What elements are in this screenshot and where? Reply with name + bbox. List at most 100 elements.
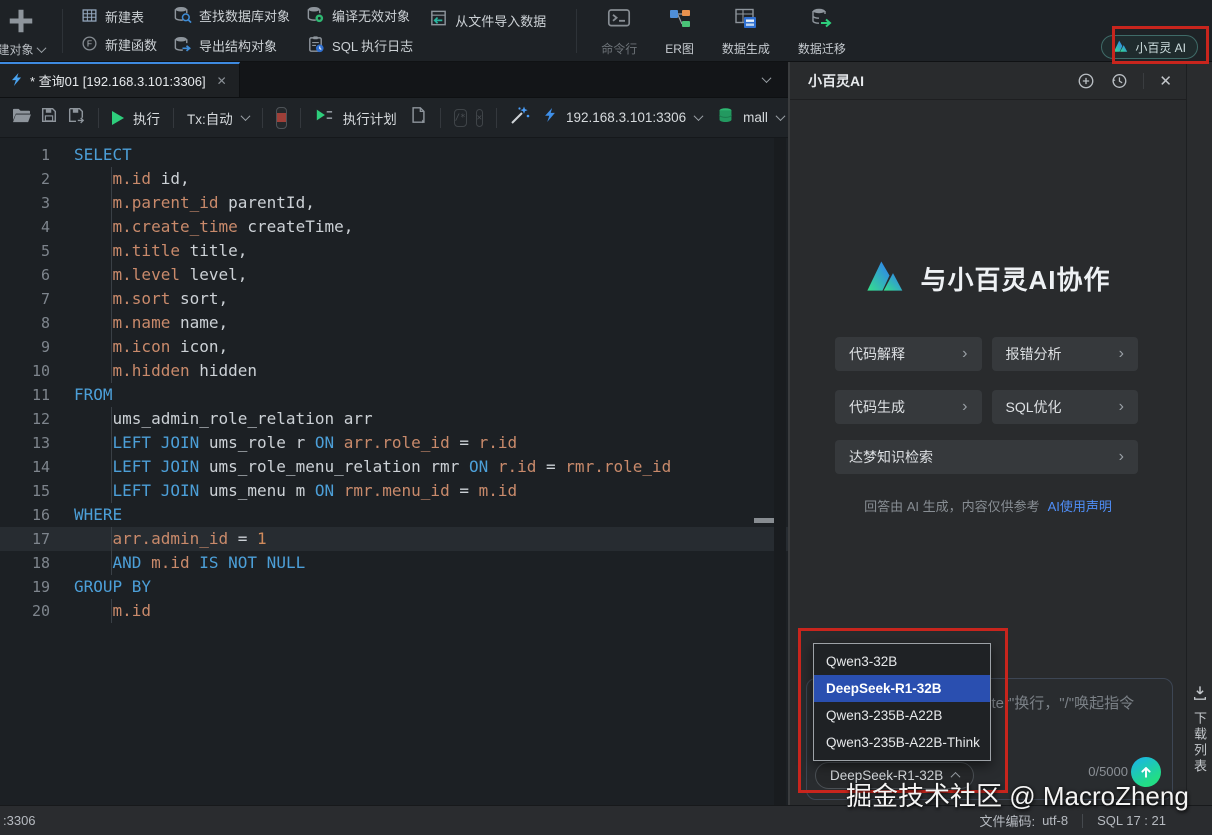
ai-assistant-label: 小百灵 AI [1135,40,1186,55]
editor-toolbar: 执行 Tx:自动 执行计划 /* ✕ 192.168.3.101:3306 ma… [0,98,802,138]
code-line-14[interactable]: 14 LEFT JOIN ums_role_menu_relation rmr … [0,455,788,479]
new-table-label: 新建表 [105,10,145,25]
compile-invalid-button[interactable]: 编译无效对象 [306,5,413,27]
beautify-wand-icon[interactable] [510,105,530,130]
code-line-17[interactable]: 17 arr.admin_id = 1 [0,527,788,551]
line-number: 20 [31,602,50,620]
code-line-13[interactable]: 13 LEFT JOIN ums_role r ON arr.role_id =… [0,431,788,455]
new-chat-icon[interactable] [1077,72,1095,90]
quick-action-button-1[interactable]: 报错分析 › [991,337,1138,371]
code-line-19[interactable]: 19 GROUP BY [0,575,788,599]
code-line-18[interactable]: 18 AND m.id IS NOT NULL [0,551,788,575]
document-export-icon[interactable] [410,106,427,129]
ai-terms-link[interactable]: AI使用声明 [1048,499,1112,514]
quick-action-button-2[interactable]: 代码生成 › [835,390,982,424]
run-icon[interactable] [112,110,124,125]
new-object-button[interactable]: 建对象 [0,4,52,58]
code-line-11[interactable]: 11 FROM [0,383,788,407]
save-icon[interactable] [40,106,58,129]
code-line-15[interactable]: 15 LEFT JOIN ums_menu m ON rmr.menu_id =… [0,479,788,503]
ai-panel-title: 小百灵AI [808,72,864,89]
data-migrate-button[interactable]: 数据迁移 [798,0,846,57]
stop-button[interactable] [275,106,287,129]
code-line-8[interactable]: 8 m.name name, [0,311,788,335]
cursor-position[interactable]: SQL 17 : 21 [1097,813,1166,828]
er-diagram-button[interactable]: ER图 [665,0,694,57]
tab-overflow-chevron-icon[interactable] [761,73,772,84]
quick-action-button-0[interactable]: 代码解释 › [835,337,982,371]
tab-query01[interactable]: * 查询01 [192.168.3.101:3306] ✕ [0,62,240,97]
line-number: 2 [40,170,50,188]
run-label[interactable]: 执行 [133,108,160,128]
chevron-down-icon[interactable] [240,111,251,122]
chevron-right-icon: › [962,345,968,362]
find-db-object-button[interactable]: 查找数据库对象 [173,5,290,27]
chevron-down-icon[interactable] [775,111,786,122]
model-selector[interactable]: DeepSeek-R1-32B [815,762,975,789]
model-option[interactable]: Qwen3-32B [814,648,990,675]
code-line-7[interactable]: 7 m.sort sort, [0,287,788,311]
download-list-button[interactable]: 下载列表 [1190,685,1209,775]
code-line-9[interactable]: 9 m.icon icon, [0,335,788,359]
right-side-strip: 下载列表 [1186,62,1212,805]
history-icon[interactable] [1110,72,1128,90]
tab-close-icon[interactable]: ✕ [217,74,227,88]
tx-mode-dropdown[interactable]: Tx:自动 [187,108,233,128]
send-button[interactable] [1131,757,1161,787]
code-line-1[interactable]: 1 SELECT [0,143,788,167]
comment-icon[interactable]: /* [453,108,467,127]
model-option[interactable]: Qwen3-235B-A22B [814,702,990,729]
encoding-value[interactable]: utf-8 [1042,813,1068,828]
new-object-label: 建对象 [0,42,34,57]
code-line-2[interactable]: 2 m.id id, [0,167,788,191]
toolbar-divider [62,8,63,53]
compile-invalid-label: 编译无效对象 [332,9,411,24]
ai-hero-title: 与小百灵AI协作 [920,264,1111,295]
code-line-20[interactable]: 20 m.id [0,599,788,623]
code-line-16[interactable]: 16 WHERE [0,503,788,527]
connection-selector[interactable]: 192.168.3.101:3306 [566,110,686,125]
export-struct-button[interactable]: 导出结构对象 [173,35,290,57]
explain-plan-icon[interactable] [314,106,334,129]
database-selector[interactable]: mall [743,110,768,125]
new-table-button[interactable]: 新建表 [81,7,157,27]
chevron-right-icon: › [1118,448,1124,465]
statusbar-separator [1082,813,1084,828]
sql-log-button[interactable]: SQL 执行日志 [306,35,413,57]
line-number: 4 [40,218,50,236]
line-number: 16 [31,506,50,524]
code-line-12[interactable]: 12 ums_admin_role_relation arr [0,407,788,431]
save-as-icon[interactable] [67,106,85,129]
model-option[interactable]: Qwen3-235B-A22B-Think [814,729,990,756]
line-number: 8 [40,314,50,332]
quick-actions-grid: 代码解释 › 报错分析 › 代码生成 › SQL优化 › [835,337,1138,424]
model-option[interactable]: DeepSeek-R1-32B [814,675,990,702]
uncomment-icon[interactable]: ✕ [475,108,484,127]
open-folder-icon[interactable] [12,107,31,129]
new-function-button[interactable]: F 新建函数 [81,35,157,55]
line-number: 18 [31,554,50,572]
code-line-5[interactable]: 5 m.title title, [0,239,788,263]
data-migrate-icon [810,7,834,36]
editor-scrollbar[interactable] [774,138,786,805]
close-panel-icon[interactable]: ✕ [1159,72,1172,90]
data-generate-button[interactable]: 数据生成 [722,0,770,57]
main-area: * 查询01 [192.168.3.101:3306] ✕ 执行 Tx:自动 执… [0,62,1212,805]
chevron-right-icon: › [1118,398,1124,415]
code-line-3[interactable]: 3 m.parent_id parentId, [0,191,788,215]
import-from-file-label: 从文件导入数据 [455,13,547,29]
chevron-down-icon[interactable] [693,111,704,122]
scrollbar-thumb[interactable] [754,518,774,523]
code-line-4[interactable]: 4 m.create_time createTime, [0,215,788,239]
import-from-file-button[interactable]: 从文件导入数据 [429,9,546,31]
quick-action-button-3[interactable]: SQL优化 › [991,390,1138,424]
ai-assistant-button[interactable]: 小百灵 AI [1101,35,1198,59]
line-number: 13 [31,434,50,452]
sql-editor[interactable]: 1 SELECT 2 m.id id, 3 m.parent_id parentId,… [0,138,788,805]
command-line-button[interactable]: 命令行 [601,0,637,57]
toolbar-separator [261,107,263,128]
code-line-10[interactable]: 10 m.hidden hidden [0,359,788,383]
explain-plan-label[interactable]: 执行计划 [343,108,397,128]
knowledge-search-button[interactable]: 达梦知识检索 › [835,440,1138,474]
code-line-6[interactable]: 6 m.level level, [0,263,788,287]
